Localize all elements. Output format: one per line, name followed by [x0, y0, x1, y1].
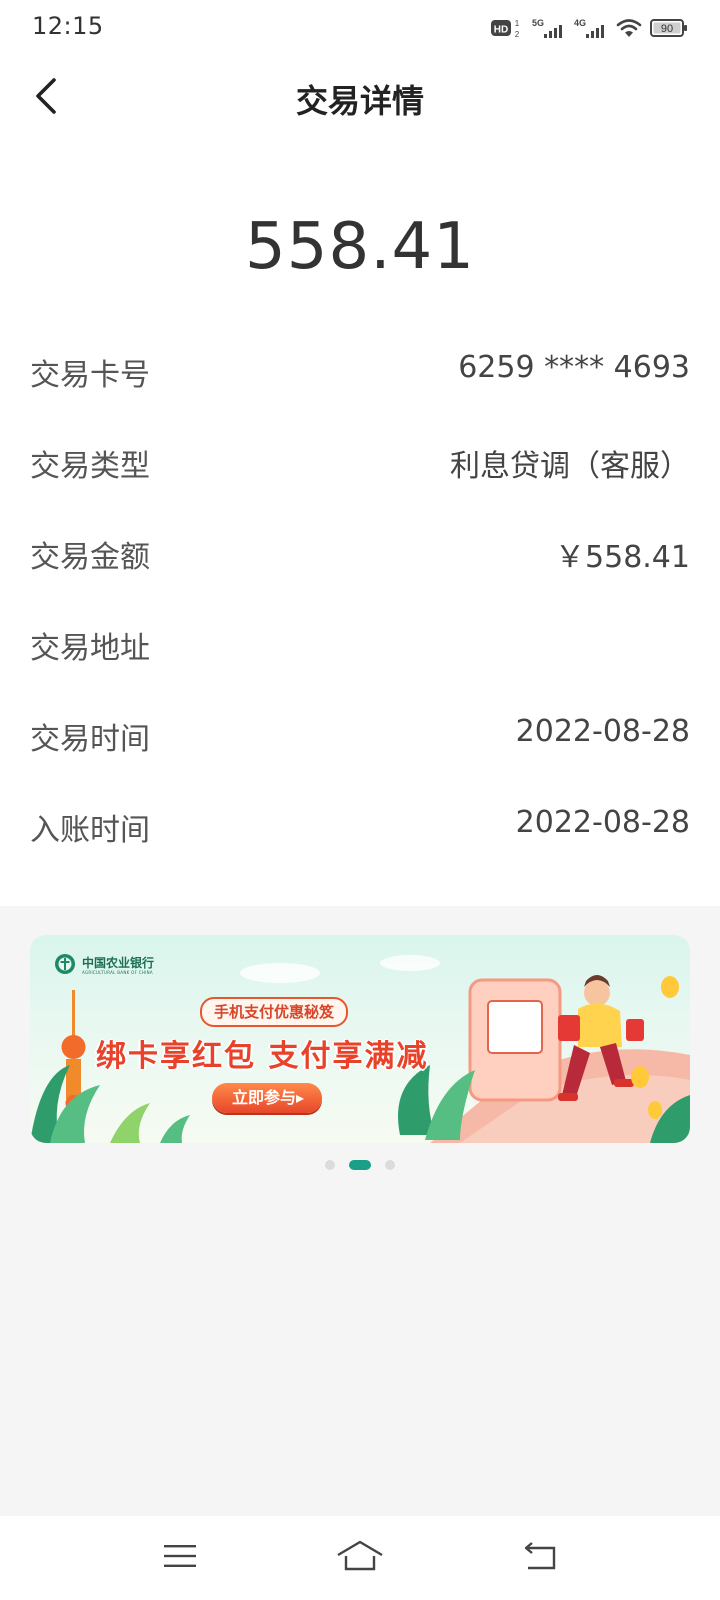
- return-button[interactable]: [516, 1538, 564, 1578]
- home-icon: [336, 1539, 384, 1577]
- bank-name-en: AGRICULTURAL BANK OF CHINA: [82, 970, 153, 975]
- detail-label: 交易卡号: [30, 358, 150, 393]
- app-header: 交易详情: [0, 56, 720, 146]
- detail-label: 交易时间: [30, 722, 150, 757]
- detail-value: 利息贷调（客服）: [450, 449, 690, 484]
- detail-row-type: 交易类型 利息贷调（客服）: [0, 421, 720, 512]
- join-now-label: 立即参与: [232, 1088, 297, 1107]
- detail-row-card-number: 交易卡号 6259 **** 4693: [0, 330, 720, 421]
- pager-dot-active[interactable]: [349, 1160, 371, 1170]
- battery-level: 90: [661, 23, 673, 35]
- status-bar: 12:15 HD 1 2 5G 4G 90: [0, 0, 720, 56]
- promo-headline: 绑卡享红包 支付享满减: [96, 1039, 429, 1074]
- detail-label: 入账时间: [30, 813, 150, 848]
- detail-row-amount: 交易金额 ￥558.41: [0, 512, 720, 603]
- wifi-icon: [616, 16, 642, 40]
- detail-label: 交易类型: [30, 449, 150, 484]
- bank-logo: 中国农业银行 AGRICULTURAL BANK OF CHINA: [54, 953, 154, 979]
- abc-logo-icon: [54, 953, 76, 979]
- system-nav-bar: [0, 1516, 720, 1600]
- home-button[interactable]: [336, 1538, 384, 1578]
- transaction-details-list: 交易卡号 6259 **** 4693 交易类型 利息贷调（客服） 交易金额 ￥…: [0, 330, 720, 876]
- svg-text:2: 2: [515, 30, 520, 39]
- pager-dot[interactable]: [325, 1160, 335, 1170]
- detail-row-posting-time: 入账时间 2022-08-28: [0, 785, 720, 876]
- play-arrow-icon: ▸: [296, 1088, 305, 1107]
- bank-name: 中国农业银行: [82, 956, 155, 970]
- svg-text:4G: 4G: [574, 18, 586, 28]
- pager-dot[interactable]: [385, 1160, 395, 1170]
- detail-row-address: 交易地址: [0, 603, 720, 694]
- detail-row-transaction-time: 交易时间 2022-08-28: [0, 694, 720, 785]
- signal-4g-icon: 4G: [574, 16, 608, 40]
- promo-banner[interactable]: 中国农业银行 AGRICULTURAL BANK OF CHINA 手机支付优惠…: [30, 935, 690, 1143]
- detail-value: 6259 **** 4693: [458, 350, 690, 385]
- battery-icon: 90: [650, 16, 688, 40]
- promo-tag: 手机支付优惠秘笈: [200, 997, 349, 1027]
- detail-value: 2022-08-28: [515, 805, 690, 840]
- signal-5g-icon: 5G: [532, 16, 566, 40]
- status-time: 12:15: [32, 12, 104, 40]
- svg-text:5G: 5G: [532, 18, 544, 28]
- hd-icon: HD 1 2: [490, 16, 524, 40]
- svg-text:1: 1: [515, 19, 520, 28]
- banner-pager: [0, 1160, 720, 1170]
- page-title: 交易详情: [295, 82, 424, 120]
- status-icons: HD 1 2 5G 4G 90: [490, 14, 688, 42]
- svg-text:HD: HD: [494, 25, 508, 36]
- join-now-button[interactable]: 立即参与▸: [212, 1083, 323, 1113]
- transaction-amount-display: 558.41: [245, 210, 475, 284]
- menu-button[interactable]: [156, 1538, 204, 1578]
- detail-label: 交易地址: [30, 631, 150, 666]
- detail-label: 交易金额: [30, 540, 150, 575]
- return-icon: [520, 1540, 560, 1576]
- menu-icon: [162, 1542, 198, 1574]
- detail-value: ￥558.41: [555, 540, 690, 575]
- detail-value: 2022-08-28: [515, 714, 690, 749]
